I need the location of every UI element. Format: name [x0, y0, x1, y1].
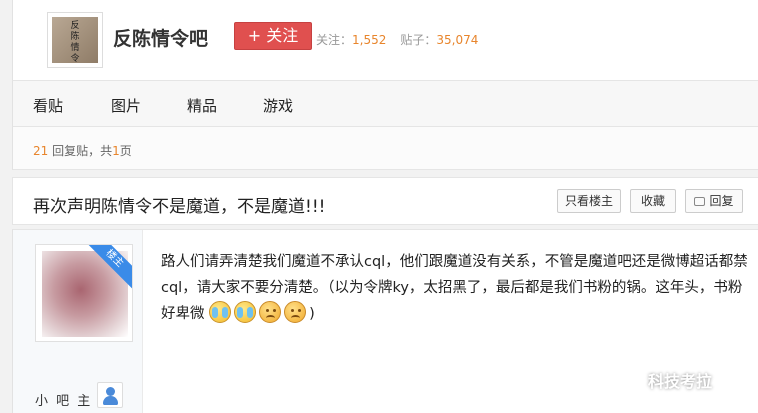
- author-name[interactable]: 小 吧 主: [35, 390, 92, 409]
- user-icon[interactable]: [97, 382, 123, 408]
- followers-count: 1,552: [352, 33, 387, 47]
- watermark: 科技考拉: [618, 368, 712, 392]
- forum-stats: 关注：1,552 贴子：35,074: [316, 31, 492, 48]
- reply-button-label: 回复: [709, 194, 734, 208]
- posts-label: 贴子：: [400, 33, 437, 47]
- post-content: 路人们请弄清楚我们魔道不承认cql，他们跟魔道没有关系，不管是魔道吧还是微博超话…: [161, 249, 751, 327]
- watermark-text: 科技考拉: [648, 372, 713, 391]
- cry-emoji: [234, 301, 257, 323]
- reply-count: 21: [33, 144, 49, 158]
- page-text: 页: [119, 144, 132, 158]
- forum-name[interactable]: 反陈情令吧: [113, 24, 208, 51]
- only-op-button[interactable]: 只看楼主: [557, 189, 621, 213]
- post-text-end: ): [309, 306, 315, 322]
- forum-avatar-text: 反陈情令: [70, 21, 80, 64]
- nav-tab-featured[interactable]: 精品: [187, 95, 217, 116]
- nav-tab-games[interactable]: 游戏: [263, 95, 293, 116]
- author-avatar[interactable]: 楼主: [35, 244, 133, 342]
- author-column: 楼主 小 吧 主: [13, 230, 143, 413]
- posts-count: 35,074: [436, 33, 479, 47]
- followers-label: 关注：: [316, 33, 353, 47]
- forum-header: 反陈情令 反陈情令吧 + 关注 关注：1,552 贴子：35,074: [12, 0, 758, 80]
- thread-title: 再次声明陈情令不是魔道，不是魔道!!!: [33, 197, 326, 217]
- reply-summary: 21 回复贴，共1页: [33, 142, 132, 159]
- forum-nav: 看贴 图片 精品 游戏: [12, 80, 758, 127]
- nav-tab-images[interactable]: 图片: [111, 95, 141, 116]
- follow-button[interactable]: + 关注: [234, 22, 312, 50]
- reply-text: 回复贴，共: [48, 144, 113, 158]
- reply-icon: [694, 197, 706, 206]
- sad-emoji: [259, 301, 282, 323]
- user-icon-body: [103, 396, 118, 405]
- user-icon-head: [106, 387, 115, 396]
- cry-emoji: [209, 301, 232, 323]
- pager-bar: 21 回复贴，共1页: [12, 127, 758, 170]
- favorite-button[interactable]: 收藏: [630, 189, 676, 213]
- forum-avatar[interactable]: 反陈情令: [47, 12, 103, 68]
- thread-title-bar: 再次声明陈情令不是魔道，不是魔道!!! 只看楼主 收藏 回复: [12, 177, 758, 225]
- reply-button[interactable]: 回复: [685, 189, 743, 213]
- forum-avatar-image: 反陈情令: [52, 17, 98, 64]
- wechat-icon: [618, 372, 642, 390]
- page-count: 1: [112, 144, 120, 158]
- nav-tab-posts[interactable]: 看贴: [33, 95, 63, 116]
- sad-emoji: [284, 301, 307, 323]
